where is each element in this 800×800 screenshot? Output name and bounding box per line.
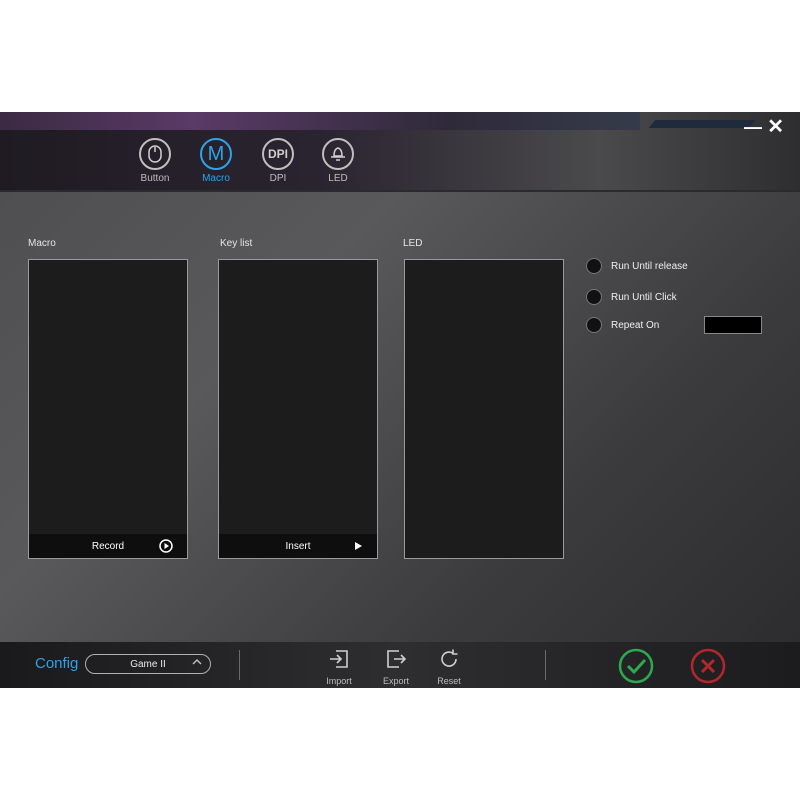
tab-macro[interactable]: M Macro: [186, 138, 246, 184]
header-glow: [0, 112, 640, 130]
record-label: Record: [91, 540, 125, 552]
footer-bar: Config Game II Import Export Reset: [0, 642, 800, 688]
led-list[interactable]: [404, 259, 564, 559]
export-icon: [385, 650, 407, 674]
dpi-icon: DPI: [262, 138, 294, 170]
export-button[interactable]: Export: [376, 648, 416, 686]
record-button[interactable]: Record: [29, 534, 187, 558]
run-until-release-option[interactable]: Run Until release: [586, 258, 688, 274]
config-label: Config: [35, 655, 79, 672]
header-bar: — ✕ Button M Macro DPI DPI LED: [0, 112, 800, 192]
tab-label: DPI: [269, 173, 287, 184]
reset-button[interactable]: Reset: [429, 648, 469, 686]
led-panel-title: LED: [403, 238, 423, 249]
footer-divider: [239, 650, 240, 680]
tab-label: Macro: [202, 173, 230, 184]
tab-label: Button: [140, 173, 170, 184]
macro-list[interactable]: Record: [28, 259, 188, 559]
minimize-button[interactable]: —: [744, 118, 762, 136]
chevron-up-icon: [192, 657, 202, 670]
tab-label: LED: [328, 173, 348, 184]
reset-icon: [438, 649, 460, 674]
key-list[interactable]: Insert: [218, 259, 378, 559]
reset-label: Reset: [437, 676, 461, 686]
insert-button[interactable]: Insert: [219, 534, 377, 558]
import-icon: [328, 650, 350, 674]
tab-led[interactable]: LED: [308, 138, 368, 184]
insert-label: Insert: [285, 540, 311, 552]
confirm-button[interactable]: [618, 648, 654, 684]
radio-button[interactable]: [586, 258, 602, 274]
option-label: Run Until release: [611, 260, 688, 272]
radio-button[interactable]: [586, 289, 602, 305]
config-select[interactable]: Game II: [85, 654, 211, 674]
play-circle-icon: [159, 539, 173, 556]
app-window: — ✕ Button M Macro DPI DPI LED Macro Rec…: [0, 112, 800, 688]
tab-dpi[interactable]: DPI DPI: [248, 138, 308, 184]
import-label: Import: [326, 676, 352, 686]
play-icon: [353, 541, 363, 554]
import-button[interactable]: Import: [319, 648, 359, 686]
repeat-on-option[interactable]: Repeat On: [586, 317, 659, 333]
cancel-button[interactable]: [690, 648, 726, 684]
led-icon: [322, 138, 354, 170]
footer-divider: [545, 650, 546, 680]
close-button[interactable]: ✕: [767, 117, 784, 137]
macro-panel-title: Macro: [28, 238, 56, 249]
tab-button[interactable]: Button: [125, 138, 185, 184]
run-until-click-option[interactable]: Run Until Click: [586, 289, 677, 305]
repeat-count-input[interactable]: [704, 316, 762, 334]
header-stripe: [648, 120, 756, 128]
config-value: Game II: [130, 658, 166, 670]
keylist-panel-title: Key list: [220, 238, 253, 249]
option-label: Repeat On: [611, 319, 660, 331]
radio-button[interactable]: [586, 317, 602, 333]
check-circle-icon: [618, 648, 654, 684]
mouse-icon: [139, 138, 171, 170]
option-label: Run Until Click: [611, 291, 677, 303]
x-circle-icon: [690, 648, 726, 684]
macro-icon: M: [200, 138, 232, 170]
export-label: Export: [382, 676, 409, 686]
